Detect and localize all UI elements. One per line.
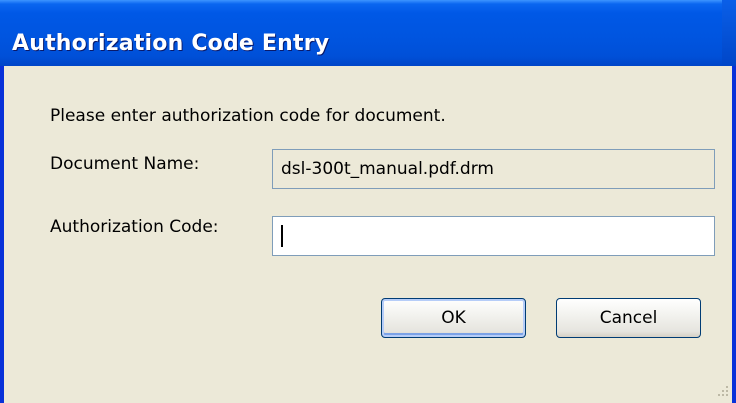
title-bar[interactable]: Authorization Code Entry xyxy=(0,0,736,66)
cancel-button[interactable]: Cancel xyxy=(556,298,701,338)
text-caret xyxy=(281,225,283,247)
authorization-code-input[interactable] xyxy=(272,216,715,256)
document-name-field: dsl-300t_manual.pdf.drm xyxy=(272,149,715,189)
resize-grip-icon[interactable] xyxy=(716,384,730,398)
authorization-code-label: Authorization Code: xyxy=(50,217,219,237)
window-title: Authorization Code Entry xyxy=(12,31,330,56)
instruction-text: Please enter authorization code for docu… xyxy=(50,106,446,126)
document-name-label: Document Name: xyxy=(50,154,200,174)
ok-button[interactable]: OK xyxy=(381,298,526,338)
title-bar-edge xyxy=(722,0,736,66)
dialog-content: Please enter authorization code for docu… xyxy=(4,66,732,403)
dialog-window: Authorization Code Entry Please enter au… xyxy=(0,0,736,403)
